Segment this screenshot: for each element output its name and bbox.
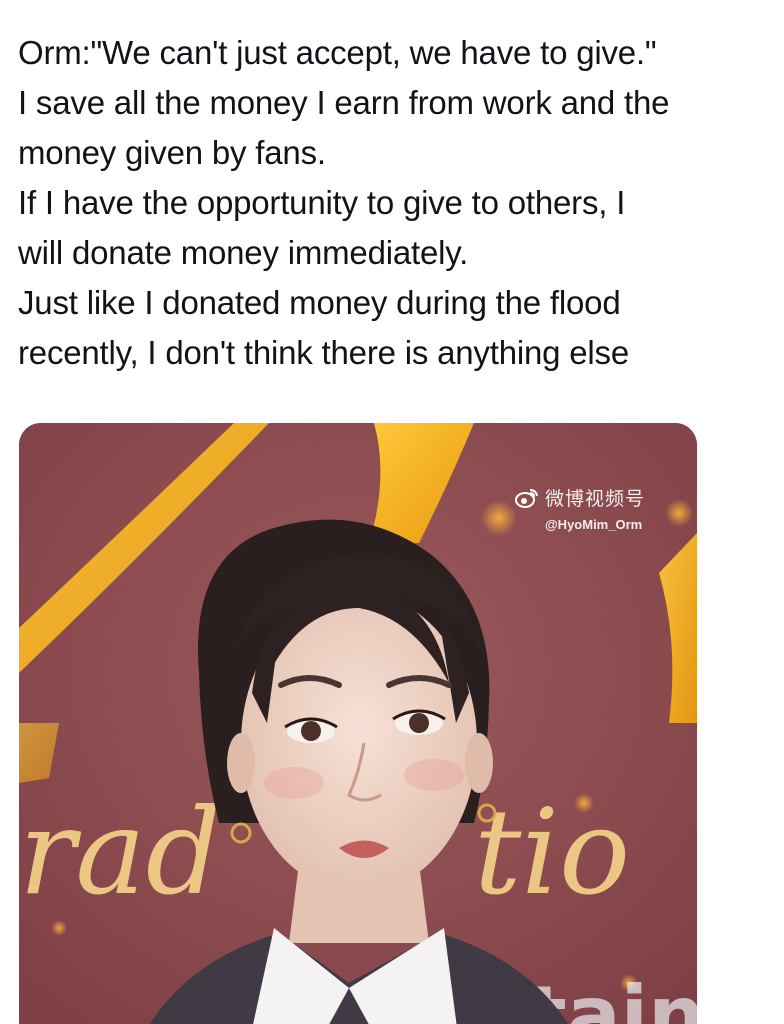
weibo-logo-icon [515, 488, 538, 508]
tweet-line: Just like I donated money during the flo… [18, 284, 621, 321]
watermark-brand: 微博视频号 [545, 488, 646, 510]
tweet-media-image[interactable]: rad tio rtain 微博视频号 @HyoMim_Orm [19, 423, 697, 1024]
tweet-line: recently, I don't think there is anythin… [18, 334, 630, 371]
backdrop-text-right: tio [474, 783, 630, 921]
weibo-watermark: 微博视频号 @HyoMim_Orm [515, 484, 675, 532]
tweet-text: Orm:"We can't just accept, we have to gi… [18, 28, 766, 378]
tweet-line: I save all the money I earn from work an… [18, 84, 670, 121]
tweet-screenshot: Orm:"We can't just accept, we have to gi… [0, 0, 784, 1024]
tweet-line: Orm:"We can't just accept, we have to gi… [18, 34, 657, 71]
tweet-line: will donate money immediately. [18, 234, 469, 271]
tweet-line: If I have the opportunity to give to oth… [18, 184, 626, 221]
backdrop-text-left: rad [19, 783, 221, 921]
tweet-line: money given by fans. [18, 134, 326, 171]
watermark-handle: @HyoMim_Orm [545, 517, 643, 532]
